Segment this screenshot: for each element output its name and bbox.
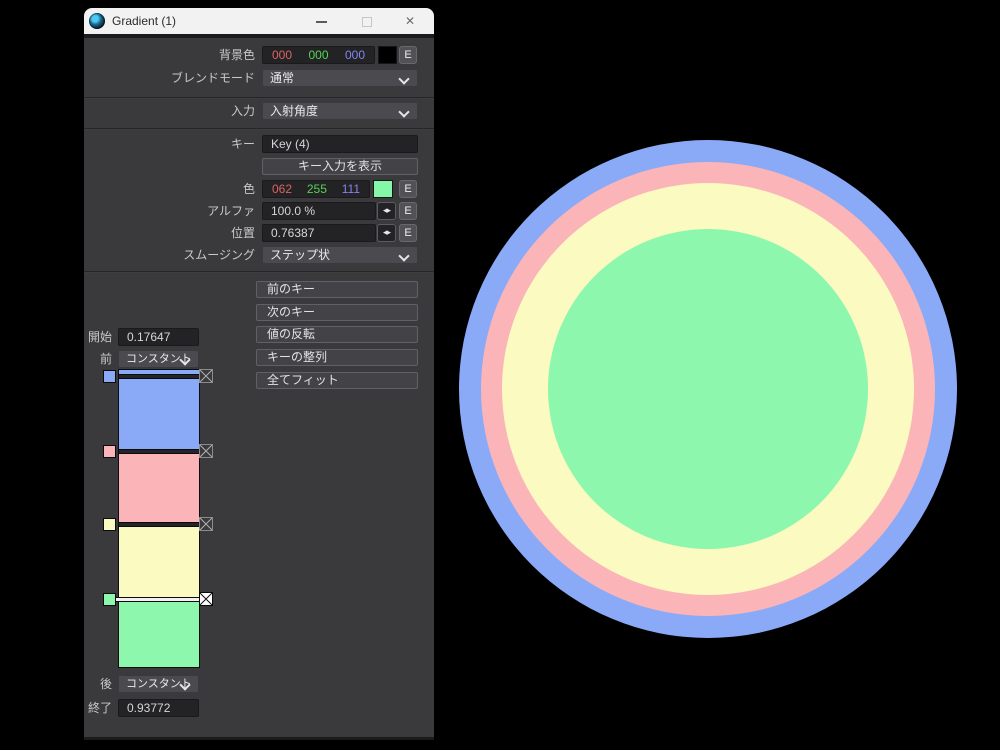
invert-values-button[interactable]: 値の反転 [256, 326, 418, 343]
smoothing-dropdown[interactable]: ステップ状 [262, 246, 418, 264]
show-key-input-button[interactable]: キー入力を表示 [262, 158, 418, 175]
maximize-button[interactable] [351, 8, 381, 34]
bg-color-b-value[interactable]: 000 [345, 48, 365, 62]
gradient-key-swatch-key-green[interactable] [103, 593, 116, 606]
separator [84, 128, 434, 130]
input-label: 入力 [104, 102, 255, 120]
chevron-down-icon [398, 73, 409, 84]
window-title-bar[interactable]: Gradient (1) [84, 8, 434, 34]
key-color-r-value[interactable]: 062 [272, 182, 292, 196]
smoothing-value: ステップ状 [270, 248, 330, 262]
align-keys-button[interactable]: キーの整列 [256, 349, 418, 366]
next-key-button[interactable]: 次のキー [256, 304, 418, 321]
gradient-key-line-key-green-selected[interactable] [115, 597, 199, 602]
key-color-envelope-button[interactable]: E [399, 180, 417, 198]
gradient-key-line-key-blue[interactable] [119, 374, 199, 379]
blend-mode-label: ブレンドモード [104, 69, 255, 87]
maximize-icon [362, 17, 372, 27]
post-behavior-label: 後 [84, 675, 112, 693]
gradient-key-line-key-yellow[interactable] [119, 522, 199, 527]
gradient-block-key-yellow [119, 524, 199, 599]
input-value: 入射角度 [270, 104, 318, 118]
start-label: 開始 [84, 328, 112, 346]
window-bottom-edge [84, 737, 434, 740]
alpha-stepper[interactable] [377, 202, 396, 220]
gradient-key-delete-icon-key-blue[interactable] [199, 369, 213, 383]
key-color-swatch[interactable] [373, 180, 393, 198]
gradient-key-swatch-key-blue[interactable] [103, 370, 116, 383]
position-field[interactable]: 0.76387 [262, 224, 376, 242]
blend-mode-value: 通常 [270, 71, 294, 85]
app-icon [89, 13, 105, 29]
gradient-key-delete-icon-key-yellow[interactable] [199, 517, 213, 531]
desktop-background: Gradient (1) 背景色 000 000 000 E ブレンドモード 通… [0, 0, 1000, 750]
gradient-key-line-key-pink[interactable] [119, 449, 199, 454]
minimize-icon [316, 21, 327, 23]
separator [84, 97, 434, 99]
start-field[interactable]: 0.17647 [118, 328, 199, 346]
chevron-down-icon [398, 250, 409, 261]
close-button[interactable] [396, 8, 426, 34]
separator [84, 271, 434, 273]
bg-color-envelope-button[interactable]: E [399, 46, 417, 64]
alpha-field[interactable]: 100.0 % [262, 202, 376, 220]
minimize-button[interactable] [306, 8, 336, 34]
position-label: 位置 [104, 224, 255, 242]
alpha-envelope-button[interactable]: E [399, 202, 417, 220]
gradient-block-key-green [119, 599, 199, 667]
gradient-key-delete-icon-key-green[interactable] [199, 592, 213, 606]
bg-color-r-value[interactable]: 000 [272, 48, 292, 62]
input-dropdown[interactable]: 入射角度 [262, 102, 418, 120]
alpha-label: アルファ [104, 202, 255, 220]
previous-key-button[interactable]: 前のキー [256, 281, 418, 298]
key-name-field[interactable]: Key (4) [262, 135, 418, 153]
bg-color-g-value[interactable]: 000 [308, 48, 328, 62]
post-behavior-dropdown[interactable]: コンスタント [118, 675, 199, 693]
key-color-g-value[interactable]: 255 [307, 182, 327, 196]
smoothing-label: スムージング [104, 246, 255, 264]
color-label: 色 [104, 180, 255, 198]
pre-behavior-label: 前 [84, 350, 112, 368]
bg-color-rgb-field[interactable]: 000 000 000 [262, 46, 375, 64]
gradient-key-delete-icon-key-pink[interactable] [199, 444, 213, 458]
gradient-block-key-blue [119, 370, 199, 451]
bg-color-label: 背景色 [104, 46, 255, 64]
window-title: Gradient (1) [112, 8, 176, 34]
blend-mode-dropdown[interactable]: 通常 [262, 69, 418, 87]
gradient-window: Gradient (1) 背景色 000 000 000 E ブレンドモード 通… [84, 8, 434, 740]
gradient-block-key-pink [119, 451, 199, 524]
bg-color-swatch[interactable] [378, 46, 397, 64]
fit-all-button[interactable]: 全てフィット [256, 372, 418, 389]
key-color-b-value[interactable]: 111 [342, 182, 360, 196]
gradient-key-swatch-key-yellow[interactable] [103, 518, 116, 531]
chevron-down-icon [398, 106, 409, 117]
end-field[interactable]: 0.93772 [118, 699, 199, 717]
pre-behavior-dropdown[interactable]: コンスタント [118, 350, 199, 368]
end-label: 終了 [84, 699, 112, 717]
position-envelope-button[interactable]: E [399, 224, 417, 242]
gradient-key-swatch-key-pink[interactable] [103, 445, 116, 458]
key-color-rgb-field[interactable]: 062 255 111 [262, 180, 370, 198]
key-label: キー [104, 135, 255, 153]
preview-center-disc [548, 229, 868, 549]
position-stepper[interactable] [377, 224, 396, 242]
gradient-strip[interactable] [118, 369, 200, 668]
